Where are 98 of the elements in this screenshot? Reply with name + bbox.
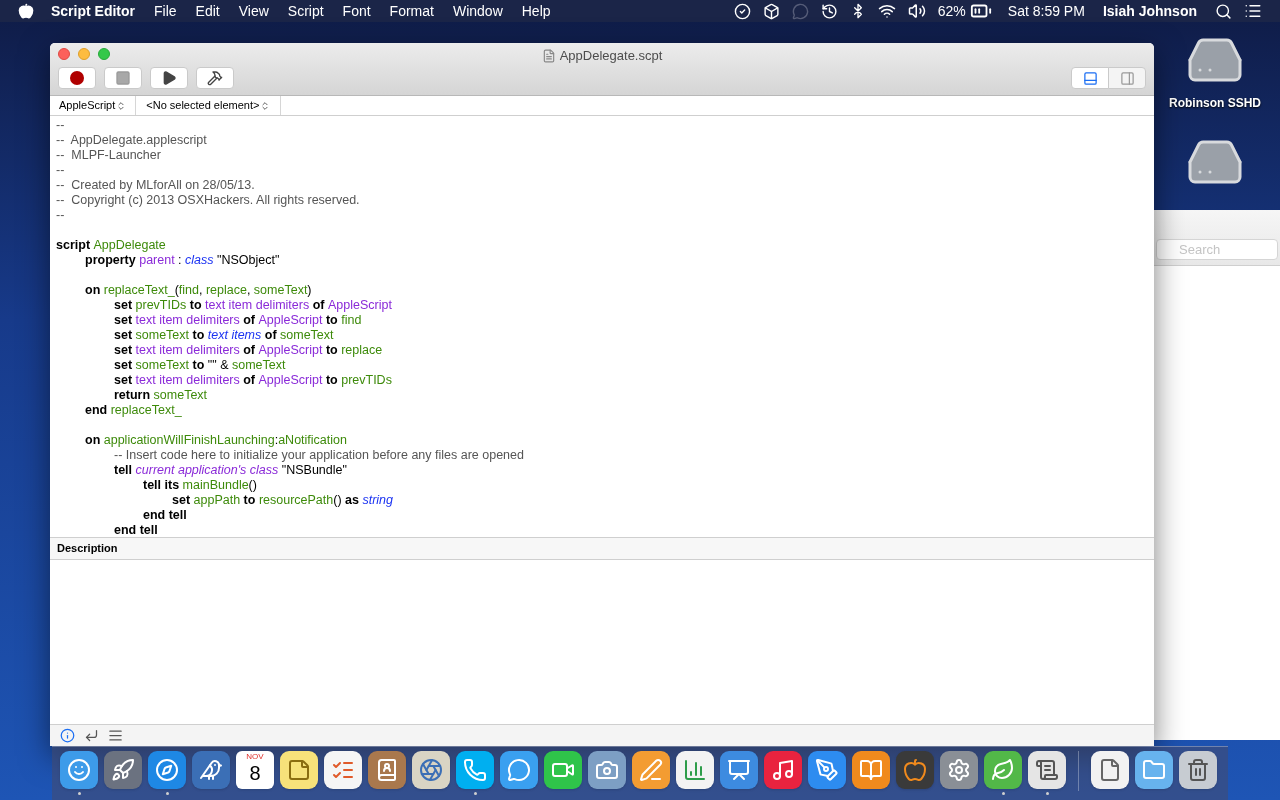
menu-clock[interactable]: Sat 8:59 PM	[1007, 0, 1085, 22]
code-line: set someText to "" & someText	[113, 358, 286, 372]
menu-item[interactable]: Script	[287, 0, 324, 22]
description-label: Description	[57, 541, 118, 557]
note-app-icon[interactable]	[280, 751, 318, 789]
checkmark-icon[interactable]	[733, 2, 751, 20]
menu-item[interactable]: Help	[521, 0, 551, 22]
face-app-icon[interactable]	[60, 751, 98, 789]
calendar-month: NOV	[246, 751, 264, 762]
trash-app-icon[interactable]	[1179, 751, 1217, 789]
aperture-app-icon[interactable]	[412, 751, 450, 789]
video-camera-app-icon[interactable]	[544, 751, 582, 789]
code-line: end replaceText_	[84, 403, 182, 417]
code-line: end tell	[142, 508, 187, 522]
code-line: script AppDelegate	[56, 238, 166, 252]
app-menu[interactable]: Script Editor	[51, 0, 135, 22]
wifi-icon[interactable]	[877, 2, 896, 20]
updown-chevron-icon	[116, 100, 127, 111]
checklist-app-icon[interactable]	[324, 751, 362, 789]
compile-button[interactable]	[196, 67, 234, 89]
list-icon[interactable]	[1244, 2, 1262, 20]
hammer-icon	[207, 70, 223, 86]
bottom-panel-icon	[1082, 70, 1098, 86]
folder-app-icon[interactable]	[1135, 751, 1173, 789]
search-icon[interactable]	[1215, 2, 1232, 20]
presentation-app-icon[interactable]	[720, 751, 758, 789]
code-line: -- Insert code here to initialize your application before any files are opened	[113, 448, 524, 462]
code-line: tell current application's class "NSBundle"	[113, 463, 347, 477]
code-line: tell its mainBundle()	[142, 478, 257, 492]
code-line: -- Created by MLforAll on 28/05/13.	[56, 178, 255, 192]
menu-item[interactable]: Format	[389, 0, 434, 22]
return-arrow-tab[interactable]	[83, 727, 99, 744]
apple-app-icon[interactable]	[896, 751, 934, 789]
menu-item[interactable]: Edit	[195, 0, 220, 22]
leaf-app-icon[interactable]	[984, 751, 1022, 789]
code-line: set text item delimiters of AppleScript to find	[113, 313, 362, 327]
code-line: --	[56, 163, 65, 177]
menu-item[interactable]: Window	[452, 0, 503, 22]
language-popup[interactable]: AppleScript	[50, 96, 137, 115]
battery-percentage[interactable]: 62%	[937, 0, 966, 22]
calendar-day: 8	[249, 762, 261, 784]
drive-label[interactable]: Robinson SSHD	[1169, 94, 1261, 112]
code-line: set text item delimiters of AppleScript to prevTIDs	[113, 373, 392, 387]
stop-icon	[115, 70, 131, 86]
info-tab[interactable]	[59, 727, 75, 744]
play-icon	[161, 70, 177, 86]
side-pane-toggle[interactable]	[1108, 67, 1146, 89]
compass-app-icon[interactable]	[148, 751, 186, 789]
phone-app-icon[interactable]	[456, 751, 494, 789]
menu-item[interactable]: Font	[342, 0, 371, 22]
code-line: set someText to text items of someText	[113, 328, 334, 342]
menu-item[interactable]: View	[238, 0, 269, 22]
calendar-app-icon[interactable]: NOV 8	[236, 751, 274, 789]
code-line: on applicationWillFinishLaunching:aNotification	[84, 433, 347, 447]
user-name[interactable]: Isiah Johnson	[1102, 0, 1197, 22]
code-line: end tell	[113, 523, 158, 537]
camera-app-icon[interactable]	[588, 751, 626, 789]
side-panel-icon	[1119, 70, 1135, 86]
code-line: -- AppDelegate.applescript	[56, 133, 207, 147]
document-app-icon[interactable]	[1091, 751, 1129, 789]
code-line: -- MLPF-Launcher	[56, 148, 161, 162]
history-icon[interactable]	[820, 2, 838, 20]
bar-chart-app-icon[interactable]	[676, 751, 714, 789]
code-line: --	[56, 118, 65, 132]
record-button[interactable]	[58, 67, 96, 89]
code-line: --	[56, 208, 65, 222]
rocket-app-icon[interactable]	[104, 751, 142, 789]
window-title: AppDelegate.scpt	[559, 47, 663, 65]
bottom-pane-toggle[interactable]	[1071, 67, 1109, 89]
list-tab[interactable]	[107, 727, 123, 744]
speech-bubble-app-icon[interactable]	[500, 751, 538, 789]
code-line: on replaceText_(find, replace, someText)	[84, 283, 312, 297]
gear-app-icon[interactable]	[940, 751, 978, 789]
pen-app-icon[interactable]	[632, 751, 670, 789]
bird-app-icon[interactable]	[192, 751, 230, 789]
music-note-app-icon[interactable]	[764, 751, 802, 789]
box-icon[interactable]	[762, 2, 780, 20]
close-button[interactable]	[58, 48, 70, 60]
code-line: return someText	[113, 388, 208, 402]
apple-icon[interactable]	[18, 3, 34, 19]
document-icon	[541, 48, 556, 63]
volume-icon[interactable]	[907, 2, 926, 20]
menu-item[interactable]: File	[154, 0, 177, 22]
record-icon	[70, 71, 84, 85]
code-line: set prevTIDs to text item delimiters of AppleScript	[113, 298, 392, 312]
element-popup[interactable]: <No selected element>	[136, 96, 282, 115]
updown-chevron-icon	[260, 100, 271, 111]
search-field[interactable]: Search	[1156, 239, 1278, 260]
code-line: -- Copyright (c) 2013 OSXHackers. All rights reserved.	[56, 193, 360, 207]
scroll-app-icon[interactable]	[1028, 751, 1066, 789]
code-line: set text item delimiters of AppleScript to replace	[113, 343, 383, 357]
code-line: property parent : class "NSObject"	[84, 253, 280, 267]
stop-button[interactable]	[104, 67, 142, 89]
run-button[interactable]	[150, 67, 188, 89]
address-book-app-icon[interactable]	[368, 751, 406, 789]
pen-tool-app-icon[interactable]	[808, 751, 846, 789]
code-line: set appPath to resourcePath() as string	[171, 493, 393, 507]
open-book-app-icon[interactable]	[852, 751, 890, 789]
